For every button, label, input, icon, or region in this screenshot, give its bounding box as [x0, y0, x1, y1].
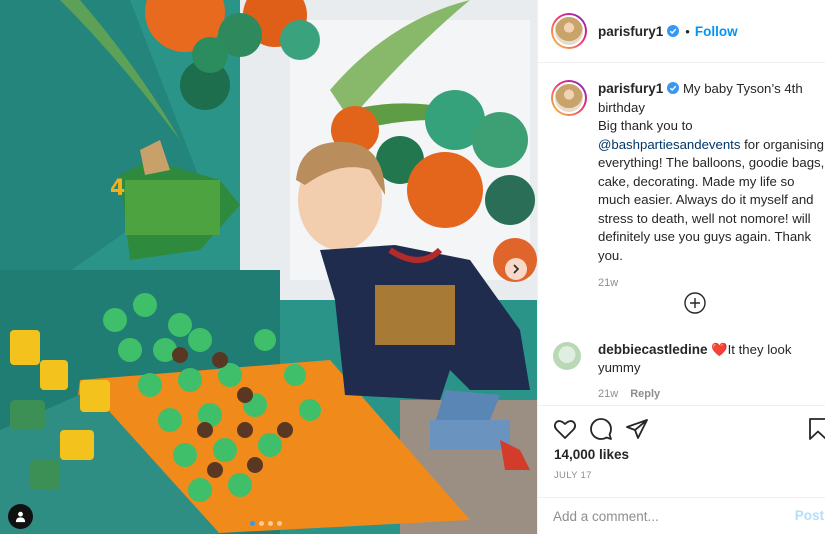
caption-body-2: for organising everything! The balloons,…: [598, 136, 825, 263]
caption-mention-link[interactable]: @bashpartiesandevents: [598, 137, 740, 152]
post-photo[interactable]: 4: [0, 0, 537, 534]
comment-text: debbiecastledine ❤️It they look yummy: [598, 341, 823, 377]
reply-button[interactable]: Reply: [630, 388, 660, 400]
carousel-dot: [259, 521, 264, 526]
carousel-dot: [250, 521, 255, 526]
verified-badge-icon: [667, 82, 680, 94]
caption-time[interactable]: 21w: [598, 277, 825, 289]
add-comment-bar: Post: [538, 497, 825, 534]
post-side-panel: parisfury1 • Follow parisfury1 My baby T…: [537, 0, 825, 534]
user-tag-icon: [15, 511, 26, 523]
verified-badge-icon: [667, 25, 680, 37]
photo-illustration: 4: [0, 0, 537, 534]
tagged-users-button[interactable]: [8, 504, 33, 529]
post-comment-button[interactable]: Post: [795, 508, 824, 523]
caption-username[interactable]: parisfury1: [598, 81, 663, 96]
chevron-right-icon: [513, 264, 520, 274]
follow-button[interactable]: Follow: [695, 24, 738, 39]
avatar[interactable]: [551, 13, 587, 49]
carousel-next-button[interactable]: [505, 258, 527, 280]
heart-icon[interactable]: [553, 417, 577, 441]
comment-emoji: ❤️: [711, 342, 728, 357]
carousel-dot: [277, 521, 282, 526]
bookmark-icon[interactable]: [806, 417, 825, 441]
post-header: parisfury1 • Follow: [538, 0, 825, 63]
likes-count[interactable]: 14,000 likes: [554, 447, 629, 462]
post-actions: 14,000 likes JULY 17: [538, 405, 825, 498]
svg-text:4: 4: [110, 176, 125, 201]
comment-icon[interactable]: [589, 417, 613, 441]
carousel-dot: [268, 521, 273, 526]
carousel-indicator: [250, 521, 282, 526]
comment-meta: 21w Reply: [598, 388, 825, 400]
load-more-comments-button[interactable]: [684, 292, 706, 314]
caption-text: parisfury1 My baby Tyson’s 4th birthday …: [598, 80, 825, 265]
comment-input[interactable]: [553, 508, 783, 524]
comment-avatar[interactable]: [553, 342, 581, 370]
caption-avatar[interactable]: [551, 80, 587, 116]
post-date[interactable]: JULY 17: [554, 470, 592, 481]
share-icon[interactable]: [625, 417, 649, 441]
header-username[interactable]: parisfury1: [598, 24, 663, 39]
comment-item: debbiecastledine ❤️It they look yummy 21…: [551, 341, 825, 400]
comment-username[interactable]: debbiecastledine: [598, 342, 708, 357]
comment-time[interactable]: 21w: [598, 388, 618, 400]
action-icons: [553, 417, 825, 443]
caption: parisfury1 My baby Tyson’s 4th birthday …: [551, 80, 825, 289]
comments-section: parisfury1 My baby Tyson’s 4th birthday …: [538, 63, 825, 405]
plus-circle-icon: [684, 292, 706, 314]
follow-separator: •: [685, 23, 690, 39]
